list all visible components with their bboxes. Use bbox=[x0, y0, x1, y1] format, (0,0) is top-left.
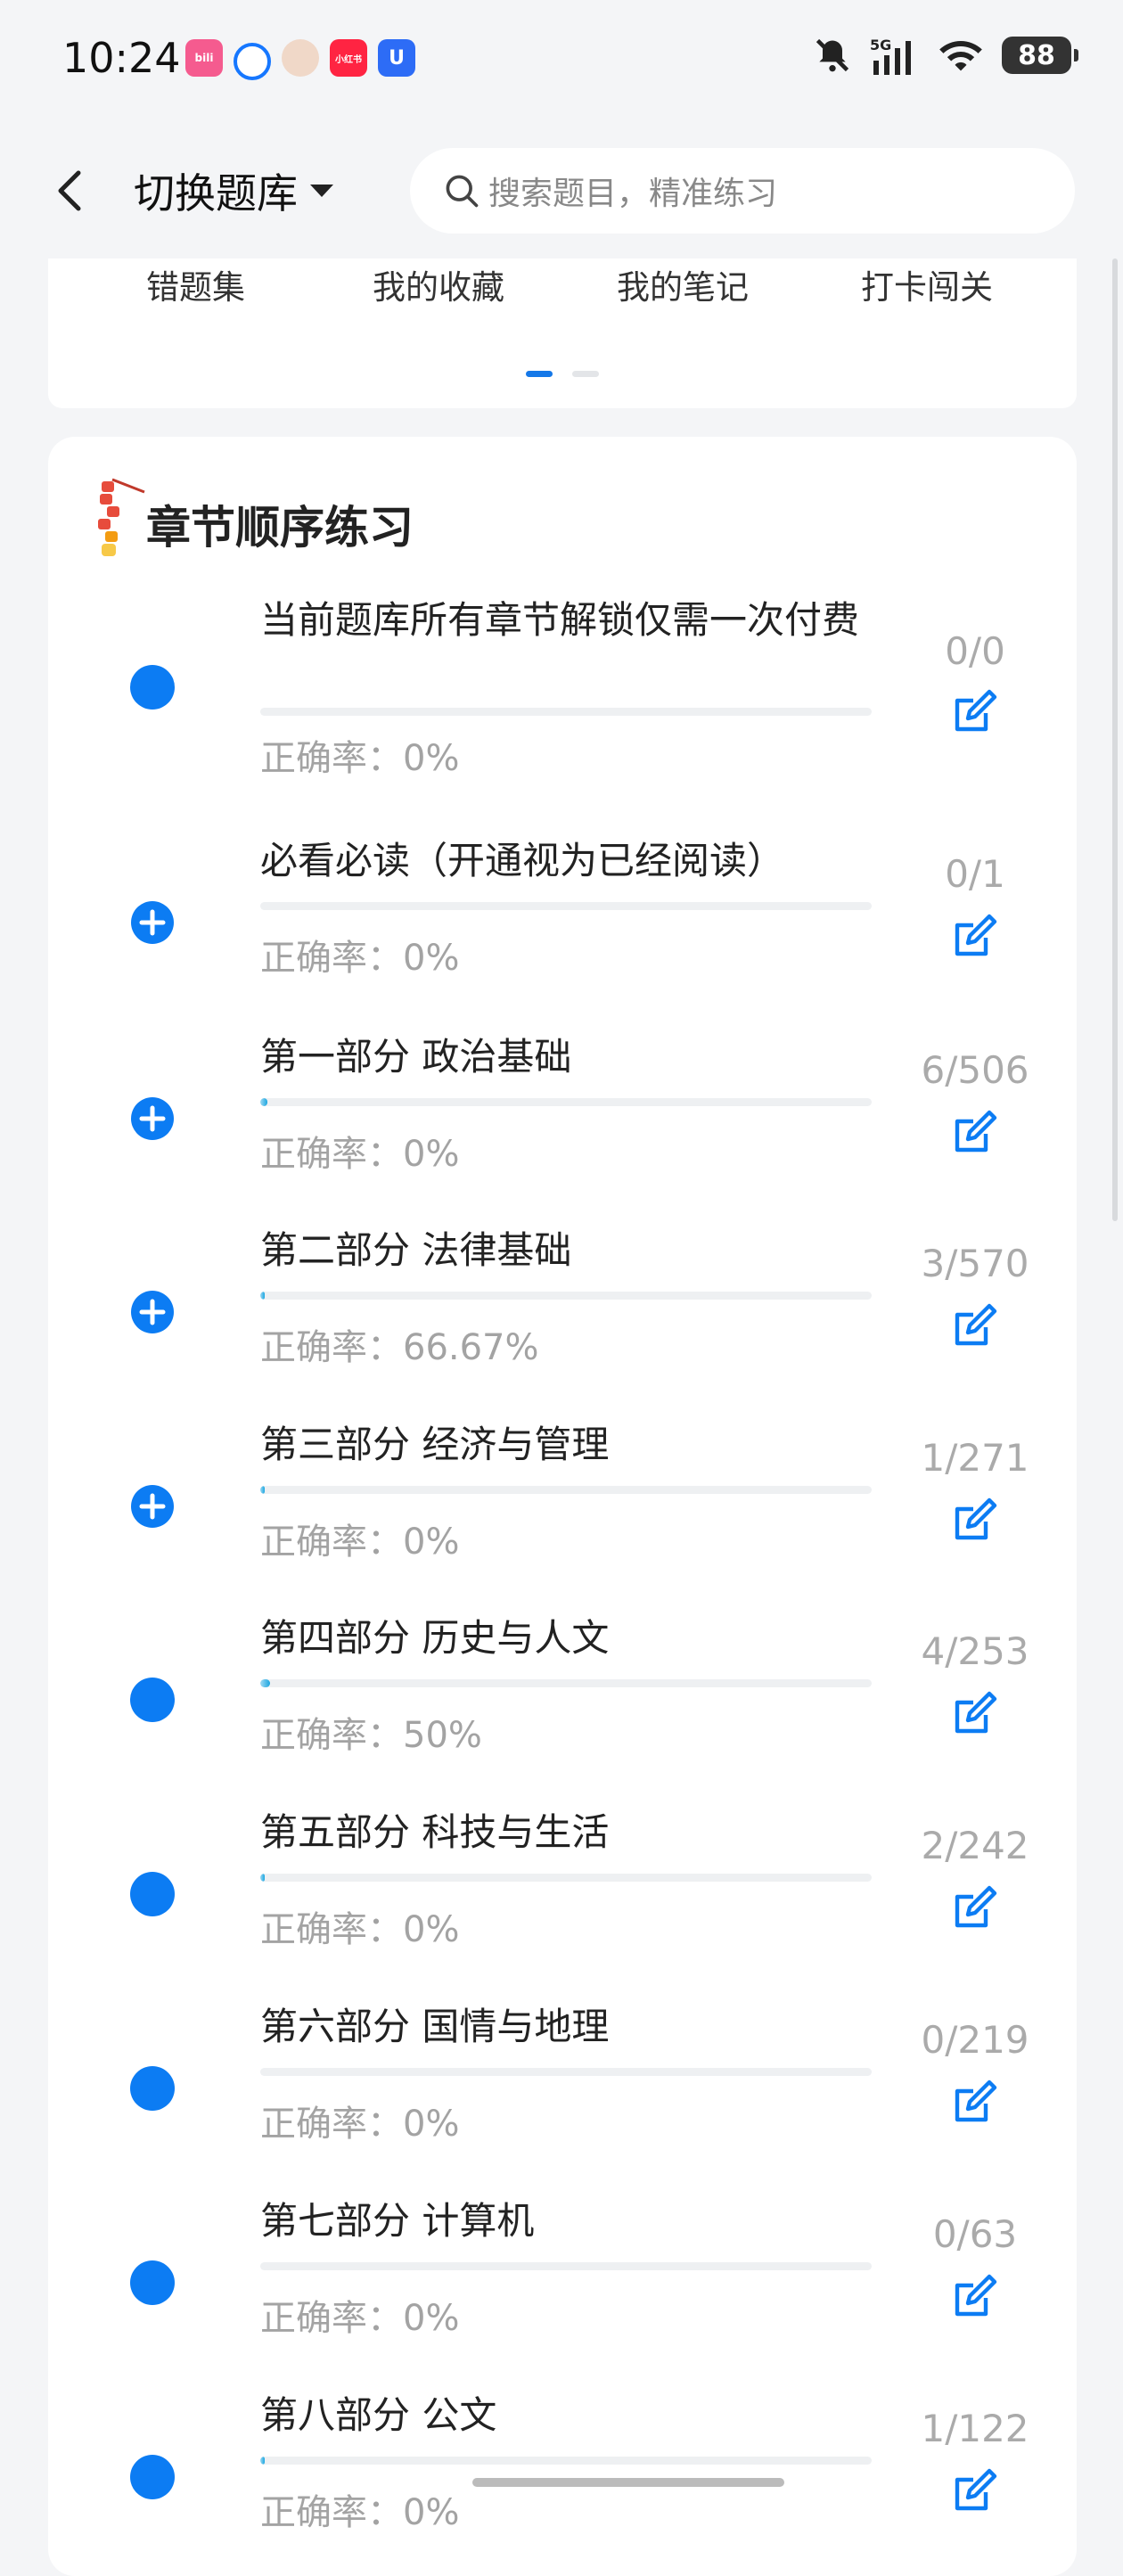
chapter-dot-icon bbox=[130, 665, 175, 710]
practice-edit-icon[interactable] bbox=[950, 2077, 1000, 2127]
chapter-count: 1/271 bbox=[921, 1436, 1029, 1480]
status-bar: 10:24 bili 小红书 U 5G 88 bbox=[0, 0, 1123, 125]
section-title: 章节顺序练习 bbox=[146, 502, 414, 554]
chapter-progress-bar bbox=[260, 2457, 872, 2465]
chapter-title[interactable]: 第五部分 科技与生活 bbox=[260, 1809, 884, 1856]
chapter-accuracy: 正确率：0% bbox=[260, 1134, 460, 1175]
u-app-icon: U bbox=[378, 39, 415, 77]
switch-bank-label: 切换题库 bbox=[134, 169, 298, 217]
chapter-title[interactable]: 第七部分 计算机 bbox=[260, 2198, 884, 2244]
search-placeholder: 搜索题目，精准练习 bbox=[488, 176, 778, 212]
chapter-progress-bar bbox=[260, 1292, 872, 1300]
chapter-count: 6/506 bbox=[921, 1048, 1029, 1092]
practice-edit-icon[interactable] bbox=[950, 911, 1000, 961]
status-time: 10:24 bbox=[62, 34, 181, 82]
chapter-dot-icon bbox=[130, 2455, 175, 2499]
battery-indicator: 88 bbox=[1002, 37, 1078, 74]
practice-edit-icon[interactable] bbox=[950, 1300, 1000, 1350]
chapter-accuracy: 正确率：66.67% bbox=[260, 1327, 539, 1368]
chapter-dot-icon bbox=[130, 1872, 175, 1916]
chapter-accuracy: 正确率：0% bbox=[260, 938, 460, 979]
chapter-progress-fill bbox=[260, 2457, 266, 2465]
chapter-progress-bar bbox=[260, 1679, 872, 1687]
chapter-count: 1/122 bbox=[921, 2407, 1029, 2450]
chapter-count: 2/242 bbox=[921, 1824, 1029, 1867]
expand-plus-icon[interactable] bbox=[130, 1096, 175, 1141]
chapter-dot-icon bbox=[130, 1678, 175, 1722]
favorites-tab[interactable]: 我的收藏 bbox=[373, 260, 504, 308]
chapter-accuracy: 正确率：0% bbox=[260, 2104, 460, 2145]
chapter-count: 4/253 bbox=[921, 1629, 1029, 1673]
chapter-progress-fill bbox=[260, 1874, 266, 1882]
mute-bell-icon bbox=[816, 38, 849, 72]
practice-edit-icon[interactable] bbox=[950, 1883, 1000, 1932]
xiaohongshu-icon: 小红书 bbox=[330, 39, 367, 77]
chapter-title[interactable]: 当前题库所有章节解锁仅需一次付费 bbox=[260, 597, 884, 644]
firecracker-icon bbox=[98, 478, 145, 556]
chapter-progress-bar bbox=[260, 1486, 872, 1494]
search-input[interactable]: 搜索题目，精准练习 bbox=[410, 148, 1075, 234]
chapter-progress-bar bbox=[260, 708, 872, 716]
home-indicator[interactable] bbox=[472, 2478, 784, 2487]
chapter-title[interactable]: 必看必读（开通视为已经阅读） bbox=[260, 838, 884, 884]
caret-down-icon bbox=[310, 185, 333, 197]
practice-edit-icon[interactable] bbox=[950, 686, 1000, 736]
bilibili-icon: bili bbox=[185, 39, 223, 77]
chapter-count: 0/0 bbox=[945, 629, 1005, 673]
chapter-title[interactable]: 第三部分 经济与管理 bbox=[260, 1422, 884, 1468]
chapter-progress-bar bbox=[260, 1098, 872, 1106]
expand-plus-icon[interactable] bbox=[130, 900, 175, 945]
signal-5g-icon: 5G bbox=[870, 37, 911, 75]
wifi-icon bbox=[939, 41, 982, 71]
system-status: 5G 88 bbox=[813, 36, 1078, 75]
switch-question-bank-button[interactable]: 切换题库 bbox=[134, 164, 335, 217]
expand-plus-icon[interactable] bbox=[130, 1290, 175, 1334]
chapter-dot-icon bbox=[130, 2260, 175, 2305]
notification-icons: bili 小红书 U bbox=[185, 39, 415, 80]
chapter-accuracy: 正确率：0% bbox=[260, 2298, 460, 2339]
chapter-accuracy: 正确率：0% bbox=[260, 2492, 460, 2533]
practice-edit-icon[interactable] bbox=[950, 1495, 1000, 1545]
message-icon bbox=[234, 43, 271, 80]
chapter-title[interactable]: 第一部分 政治基础 bbox=[260, 1034, 884, 1080]
practice-edit-icon[interactable] bbox=[950, 1688, 1000, 1738]
chapter-progress-bar bbox=[260, 2068, 872, 2076]
chapter-progress-fill bbox=[260, 1486, 265, 1494]
chapter-title[interactable]: 第二部分 法律基础 bbox=[260, 1227, 884, 1274]
chapter-accuracy: 正确率：50% bbox=[260, 1715, 482, 1756]
chapter-progress-fill bbox=[260, 1292, 265, 1300]
expand-plus-icon[interactable] bbox=[130, 1484, 175, 1529]
scrollbar[interactable] bbox=[1112, 258, 1118, 1221]
back-arrow-icon[interactable] bbox=[52, 164, 87, 217]
chapter-accuracy: 正确率：0% bbox=[260, 738, 460, 779]
page-indicator bbox=[526, 371, 599, 377]
chapter-count: 3/570 bbox=[921, 1242, 1029, 1285]
wrong-questions-tab[interactable]: 错题集 bbox=[146, 260, 245, 308]
practice-edit-icon[interactable] bbox=[950, 2271, 1000, 2321]
chapter-progress-fill bbox=[260, 1098, 268, 1106]
chapter-accuracy: 正确率：0% bbox=[260, 1909, 460, 1950]
chapter-progress-bar bbox=[260, 902, 872, 910]
page-dot-active bbox=[526, 371, 553, 377]
chapter-title[interactable]: 第四部分 历史与人文 bbox=[260, 1615, 884, 1661]
search-icon bbox=[446, 175, 479, 208]
check-in-tab[interactable]: 打卡闯关 bbox=[861, 260, 993, 308]
chapter-dot-icon bbox=[130, 2066, 175, 2111]
svg-text:5G: 5G bbox=[870, 37, 891, 53]
notes-tab[interactable]: 我的笔记 bbox=[617, 260, 749, 308]
chapter-progress-bar bbox=[260, 1874, 872, 1882]
avatar-icon bbox=[282, 39, 319, 77]
chapter-count: 0/1 bbox=[945, 852, 1005, 896]
practice-edit-icon[interactable] bbox=[950, 2465, 1000, 2515]
chapter-count: 0/63 bbox=[932, 2212, 1018, 2256]
page-dot bbox=[572, 371, 599, 377]
chapter-count: 0/219 bbox=[921, 2018, 1029, 2062]
chapter-title[interactable]: 第八部分 公文 bbox=[260, 2392, 884, 2439]
practice-edit-icon[interactable] bbox=[950, 1107, 1000, 1157]
chapter-accuracy: 正确率：0% bbox=[260, 1522, 460, 1563]
chapter-progress-bar bbox=[260, 2262, 872, 2270]
chapter-title[interactable]: 第六部分 国情与地理 bbox=[260, 2004, 884, 2050]
chapter-progress-fill bbox=[260, 1679, 270, 1687]
